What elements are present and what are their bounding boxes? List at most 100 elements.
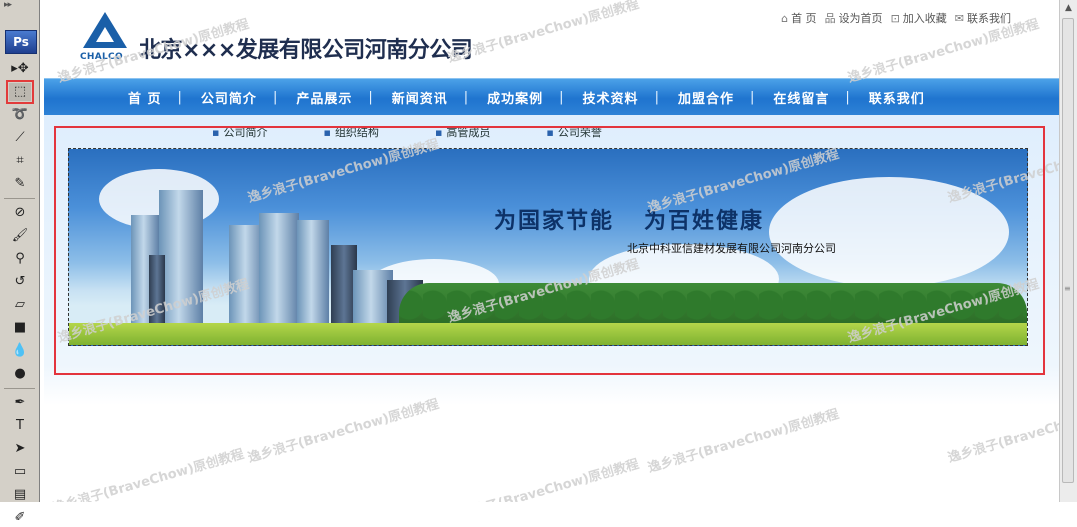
notes-icon: ▤ <box>13 487 27 502</box>
sitemap-icon: 品 <box>824 12 836 25</box>
nav-item-0[interactable]: 首 页 | <box>128 88 201 107</box>
path-arrow-icon: ➤ <box>14 441 26 456</box>
stamp-icon: ⚲ <box>15 251 25 266</box>
subnav-item-1[interactable]: ▪ 组织结构 <box>323 126 406 139</box>
path-selection-tool[interactable]: ➤ <box>9 440 31 458</box>
blur-drop-icon: 💧 <box>11 343 29 358</box>
rectangle-shape-icon: ▭ <box>13 464 27 479</box>
slogan-right: 为百姓健康 <box>644 209 765 234</box>
home-icon: ⌂ <box>781 12 789 25</box>
building-shape <box>297 220 329 325</box>
type-tool[interactable]: T <box>9 417 31 435</box>
top-links: ⌂ 首 页品设为首页 ⊡ 加入收藏 ✉ 联系我们 <box>773 10 1011 26</box>
subnav-label: 公司简介 <box>223 126 268 139</box>
brush-icon: 🖌 <box>11 228 29 243</box>
building-shape <box>259 213 299 325</box>
eyedropper2-tool[interactable]: ✐ <box>9 509 31 527</box>
nav-item-label: 技术资料 <box>582 91 639 107</box>
top-link-2[interactable]: ⊡ 加入收藏 <box>891 12 947 25</box>
building-shape <box>149 255 165 325</box>
nav-item-label: 联系我们 <box>868 91 925 107</box>
content-area: ▪ 公司简介 ▪ 组织结构 ▪ 高管成员 ▪ 公司荣誉 为国家节能 为百姓健康 北京中科亚信建材… <box>44 115 1059 502</box>
shape-tool[interactable]: ▭ <box>9 463 31 481</box>
bullet-icon: ▪ <box>546 126 554 139</box>
scroll-thumb[interactable] <box>1062 18 1074 483</box>
top-link-0[interactable]: ⌂ 首 页 <box>781 12 816 25</box>
type-icon: T <box>16 418 24 433</box>
bullet-icon: ▪ <box>212 126 220 139</box>
subnav-item-0[interactable]: ▪ 公司简介 <box>212 126 295 139</box>
nav-separator: | <box>749 89 756 105</box>
healing-brush-tool[interactable]: ⊘ <box>9 204 31 222</box>
nav-separator: | <box>845 89 851 105</box>
company-logo[interactable]: CHALCO <box>80 12 130 64</box>
subnav-item-2[interactable]: ▪ 高管成员 <box>435 126 518 139</box>
nav-item-label: 新闻资讯 <box>391 91 448 107</box>
history-brush-tool[interactable]: ↺ <box>9 273 31 291</box>
nav-item-4[interactable]: 成功案例 | <box>487 88 582 107</box>
scroll-grip-icon: ≡ <box>1064 284 1071 293</box>
toolbar-grip[interactable]: ▸▸ <box>0 0 39 10</box>
photoshop-toolbar: ▸▸ Ps ▸✥ ⬚ ➰ ⟋ ⌗ ✎ ⊘ 🖌 ⚲ ↺ ▱ ■ 💧 ● ✒ T ➤ ▭ ▤ ✐ <box>0 0 40 525</box>
tool-list: ▸✥ ⬚ ➰ ⟋ ⌗ ✎ ⊘ 🖌 ⚲ ↺ ▱ ■ 💧 ● ✒ T ➤ ▭ ▤ ✐ <box>0 60 39 527</box>
move-icon: ▸✥ <box>11 61 29 76</box>
eyedropper-tool[interactable]: ✎ <box>9 175 31 193</box>
main-nav: 首 页 | 公司简介 | 产品展示 | 新闻资讯 | 成功案例 | 技术资料 | 加盟合作 | 在线留言 | 联… <box>44 78 1059 115</box>
dodge-tool[interactable]: ● <box>9 365 31 383</box>
nav-item-label: 在线留言 <box>773 91 830 107</box>
nav-item-8[interactable]: 联系我们 <box>869 88 925 107</box>
pen-icon: ✒ <box>14 395 26 410</box>
eraser-tool[interactable]: ▱ <box>9 296 31 314</box>
magic-wand-icon: ⟋ <box>15 130 25 145</box>
nav-separator: | <box>272 89 279 105</box>
nav-item-7[interactable]: 在线留言 | <box>773 88 868 107</box>
site-title: 北京×××发展有限公司河南分公司 <box>139 38 473 63</box>
nav-item-6[interactable]: 加盟合作 | <box>678 88 773 107</box>
web-page: CHALCO 北京×××发展有限公司河南分公司 ⌂ 首 页品设为首页 ⊡ 加入收藏 ✉ 联… <box>44 0 1059 502</box>
eyedropper-icon: ✐ <box>14 510 26 525</box>
nav-item-label: 首 页 <box>128 91 162 107</box>
crop-tool[interactable]: ⌗ <box>9 152 31 170</box>
nav-item-5[interactable]: 技术资料 | <box>583 88 678 107</box>
subnav-label: 高管成员 <box>446 126 491 139</box>
building-shape <box>159 190 203 325</box>
slogan-left: 为国家节能 <box>494 209 615 234</box>
top-link-3[interactable]: ✉ 联系我们 <box>955 12 1011 25</box>
banner-slogan: 为国家节能 为百姓健康 <box>494 203 764 235</box>
nav-item-3[interactable]: 新闻资讯 | <box>392 88 487 107</box>
subnav-item-3[interactable]: ▪ 公司荣誉 <box>546 126 629 139</box>
photoshop-logo[interactable]: Ps <box>5 30 37 54</box>
lasso-tool[interactable]: ➰ <box>9 106 31 124</box>
bullet-icon: ▪ <box>434 126 443 139</box>
top-link-label: 联系我们 <box>967 12 1011 25</box>
sub-nav: ▪ 公司简介 ▪ 组织结构 ▪ 高管成员 ▪ 公司荣誉 <box>212 124 658 140</box>
history-brush-icon: ↺ <box>14 274 26 289</box>
dodge-icon: ● <box>14 366 26 381</box>
notes-tool[interactable]: ▤ <box>9 486 31 504</box>
vertical-scrollbar[interactable]: ▲ ≡ <box>1059 0 1077 502</box>
pen-tool[interactable]: ✒ <box>9 394 31 412</box>
nav-separator: | <box>654 89 660 105</box>
nav-item-2[interactable]: 产品展示 | <box>296 88 391 107</box>
nav-item-label: 产品展示 <box>296 91 353 107</box>
bullet-icon: ▪ <box>323 126 331 139</box>
brush-tool[interactable]: 🖌 <box>9 227 31 245</box>
nav-list: 首 页 | 公司简介 | 产品展示 | 新闻资讯 | 成功案例 | 技术资料 | 加盟合作 | 在线留言 | 联… <box>128 79 925 115</box>
blur-tool[interactable]: 💧 <box>9 342 31 360</box>
scroll-up-icon[interactable]: ▲ <box>1060 0 1077 16</box>
bandage-icon: ⊘ <box>14 205 26 220</box>
marquee-tool[interactable]: ⬚ <box>6 80 34 104</box>
top-link-label: 设为首页 <box>838 12 883 25</box>
nav-item-label: 加盟合作 <box>677 91 734 107</box>
eraser-icon: ▱ <box>15 297 25 312</box>
eyedropper-icon: ✎ <box>14 176 26 191</box>
top-link-1[interactable]: 品设为首页 <box>825 12 883 25</box>
gradient-tool[interactable]: ■ <box>9 319 31 337</box>
tool-separator <box>4 198 35 199</box>
move-tool[interactable]: ▸✥ <box>9 60 31 78</box>
nav-separator: | <box>177 89 183 105</box>
magic-wand-tool[interactable]: ⟋ <box>9 129 31 147</box>
clone-stamp-tool[interactable]: ⚲ <box>9 250 31 268</box>
cloud-shape <box>769 177 1009 287</box>
nav-item-1[interactable]: 公司简介 | <box>201 88 296 107</box>
